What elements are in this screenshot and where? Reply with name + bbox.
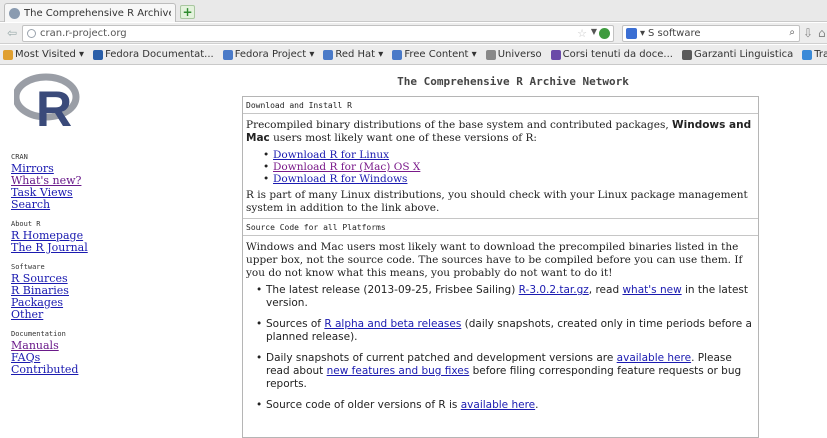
search-query[interactable]: S software (648, 28, 700, 39)
reload-icon[interactable] (599, 28, 610, 39)
bookmark-item[interactable]: Corsi tenuti da doce... (550, 49, 673, 60)
bookmark-item[interactable]: Universo (485, 49, 542, 60)
source-text: The latest release (2013-09-25, Frisbee … (266, 284, 519, 296)
url-bar[interactable]: cran.r-project.org ☆ ▼ (22, 25, 614, 42)
home-icon[interactable]: ⌂ (818, 26, 826, 40)
source-link[interactable]: R-3.0.2.tar.gz (519, 284, 589, 296)
bookmark-item[interactable]: Fedora Documentat... (93, 49, 214, 60)
download-link[interactable]: Download R for (Mac) OS X (273, 161, 420, 173)
bookmark-label: Fedora Documentat... (105, 49, 214, 60)
bookmark-item[interactable]: Most Visited ▾ (3, 49, 84, 60)
tab-title: The Comprehensive R Archive N... (24, 7, 171, 19)
sidebar-link[interactable]: Other (11, 309, 131, 321)
section-divider (243, 235, 758, 236)
download-list-item: Download R for (Mac) OS X (263, 161, 755, 173)
section-divider (243, 113, 758, 114)
source-list-item: Daily snapshots of current patched and d… (256, 352, 755, 391)
bookmark-folder-icon (3, 49, 13, 60)
source-list-item: Sources of R alpha and beta releases (da… (256, 318, 755, 344)
search-engine-icon[interactable] (626, 28, 637, 39)
bookmark-label: Red Hat ▾ (335, 49, 384, 60)
sidebar-link[interactable]: Contributed (11, 364, 131, 376)
source-heading: Source Code for all Platforms (246, 223, 386, 232)
source-list: The latest release (2013-09-25, Frisbee … (253, 284, 758, 412)
download-list-item: Download R for Linux (263, 149, 755, 161)
bookmark-folder-icon (323, 49, 334, 60)
globe-icon (27, 29, 36, 38)
bookmark-folder-icon (681, 49, 692, 60)
source-text: Daily snapshots of current patched and d… (266, 352, 617, 364)
sidebar-heading: Software (11, 263, 45, 271)
bookmark-item[interactable]: Red Hat ▾ (323, 49, 383, 60)
source-text: Sources of (266, 318, 325, 330)
page-title: The Comprehensive R Archive Network (397, 75, 629, 88)
source-link[interactable]: what's new (622, 284, 681, 296)
main-frame: Download and Install R Precompiled binar… (242, 96, 759, 438)
sidebar-heading: About R (11, 220, 41, 228)
bookmark-label: Fedora Project ▾ (234, 49, 315, 60)
download-note: R is part of many Linux distributions, y… (246, 189, 748, 214)
source-link[interactable]: available here (617, 352, 691, 364)
search-binoculars-icon[interactable]: ⌕ (789, 27, 795, 38)
bookmark-folder-icon (222, 49, 233, 60)
bookmark-item[interactable]: Fedora Project ▾ (222, 49, 315, 60)
source-text: . (535, 399, 539, 411)
url-dropdown-icon[interactable]: ▼ (591, 27, 597, 36)
bookmark-item[interactable]: Garzanti Linguistica (681, 49, 794, 60)
bookmark-folder-icon (802, 49, 813, 60)
new-tab-button[interactable]: + (180, 5, 195, 19)
source-list-item: The latest release (2013-09-25, Frisbee … (256, 284, 755, 310)
download-icon[interactable]: ⇩ (803, 26, 813, 40)
download-list-item: Download R for Windows (263, 173, 755, 185)
download-link[interactable]: Download R for Windows (273, 173, 407, 185)
bookmark-label: Translate (814, 49, 827, 60)
download-link[interactable]: Download R for Linux (273, 149, 389, 161)
bookmark-label: Most Visited ▾ (15, 49, 85, 60)
tab-bar: The Comprehensive R Archive N... + (0, 0, 827, 22)
bookmark-folder-icon (550, 49, 561, 60)
bookmark-folder-icon (392, 49, 403, 60)
bookmark-folder-icon (93, 49, 104, 60)
page-content: R CRAN Mirrors What's new? Task Views Search… (0, 66, 827, 438)
search-box[interactable]: ▾ S software ⌕ (622, 25, 800, 42)
url-text: cran.r-project.org (40, 28, 127, 39)
svg-text:R: R (36, 81, 72, 130)
sidebar-heading: Documentation (11, 330, 66, 338)
download-intro: Precompiled binary distributions of the … (243, 119, 758, 145)
source-list-item: Source code of older versions of R is av… (256, 399, 755, 412)
source-link[interactable]: available here (461, 399, 535, 411)
sidebar-link[interactable]: Search (11, 199, 131, 211)
sidebar-heading: CRAN (11, 153, 28, 161)
bookmark-label: Free Content ▾ (404, 49, 477, 60)
source-intro: Windows and Mac users most likely want t… (246, 241, 743, 279)
r-logo-icon[interactable]: R (14, 72, 82, 130)
sidebar-link[interactable]: The R Journal (11, 242, 131, 254)
sidebar-nav: CRAN Mirrors What's new? Task Views Search Ab… (11, 153, 131, 376)
r-favicon-icon (9, 7, 20, 19)
download-heading: Download and Install R (246, 101, 352, 110)
source-link[interactable]: new features and bug fixes (327, 365, 470, 377)
source-text: Source code of older versions of R is (266, 399, 461, 411)
bookmark-folder-icon (485, 49, 496, 60)
download-intro-post: users most likely want one of these vers… (269, 132, 537, 144)
bookmark-label: Garzanti Linguistica (693, 49, 794, 60)
download-intro-pre: Precompiled binary distributions of the … (246, 119, 673, 131)
source-text: , read (588, 284, 623, 296)
browser-tab[interactable]: The Comprehensive R Archive N... (4, 3, 176, 22)
bookmark-label: Universo (497, 49, 542, 60)
back-arrow-icon[interactable]: ⇦ (4, 26, 20, 40)
bookmark-star-icon[interactable]: ☆ (577, 27, 587, 40)
bookmark-label: Corsi tenuti da doce... (562, 49, 673, 60)
bookmark-item[interactable]: Free Content ▾ (392, 49, 477, 60)
download-links-list: Download R for LinuxDownload R for (Mac)… (260, 149, 758, 185)
source-link[interactable]: R alpha and beta releases (324, 318, 461, 330)
bookmark-item[interactable]: Translate (802, 49, 827, 60)
search-engine-caret[interactable]: ▾ (640, 28, 645, 39)
navigation-bar: ⇦ cran.r-project.org ☆ ▼ ▾ S software ⌕ … (0, 23, 827, 44)
bookmarks-toolbar: Most Visited ▾ Fedora Documentat... Fedora… (0, 45, 827, 65)
